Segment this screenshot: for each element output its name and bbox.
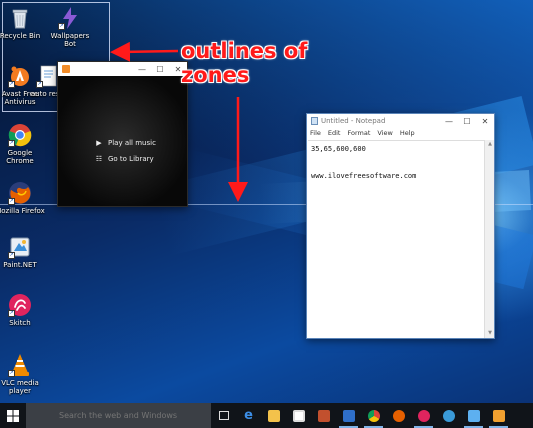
app-icon[interactable] [436, 403, 461, 428]
task-view-icon[interactable] [211, 403, 236, 428]
skitch-icon[interactable] [411, 403, 436, 428]
chrome-icon[interactable] [361, 403, 386, 428]
store-icon[interactable] [286, 403, 311, 428]
search-input[interactable] [59, 411, 209, 420]
taskbar-search-box[interactable] [26, 403, 211, 428]
taskbar: e [0, 403, 533, 428]
start-button[interactable] [0, 403, 26, 428]
file-explorer-icon[interactable] [261, 403, 286, 428]
desktop: Recycle Bin ↗ Wallpapers Bot ↗ Avast Fre… [0, 0, 533, 403]
annotation-arrow-left [110, 41, 179, 62]
app-icon[interactable] [486, 403, 511, 428]
app-icon[interactable] [311, 403, 336, 428]
app-icon[interactable] [461, 403, 486, 428]
annotation-text-line1: outlines of [181, 39, 308, 63]
edge-icon[interactable]: e [236, 403, 261, 428]
app-icon[interactable] [336, 403, 361, 428]
firefox-icon[interactable] [386, 403, 411, 428]
windows-logo-icon [7, 409, 19, 422]
annotation-text-line2: zones [181, 63, 250, 87]
